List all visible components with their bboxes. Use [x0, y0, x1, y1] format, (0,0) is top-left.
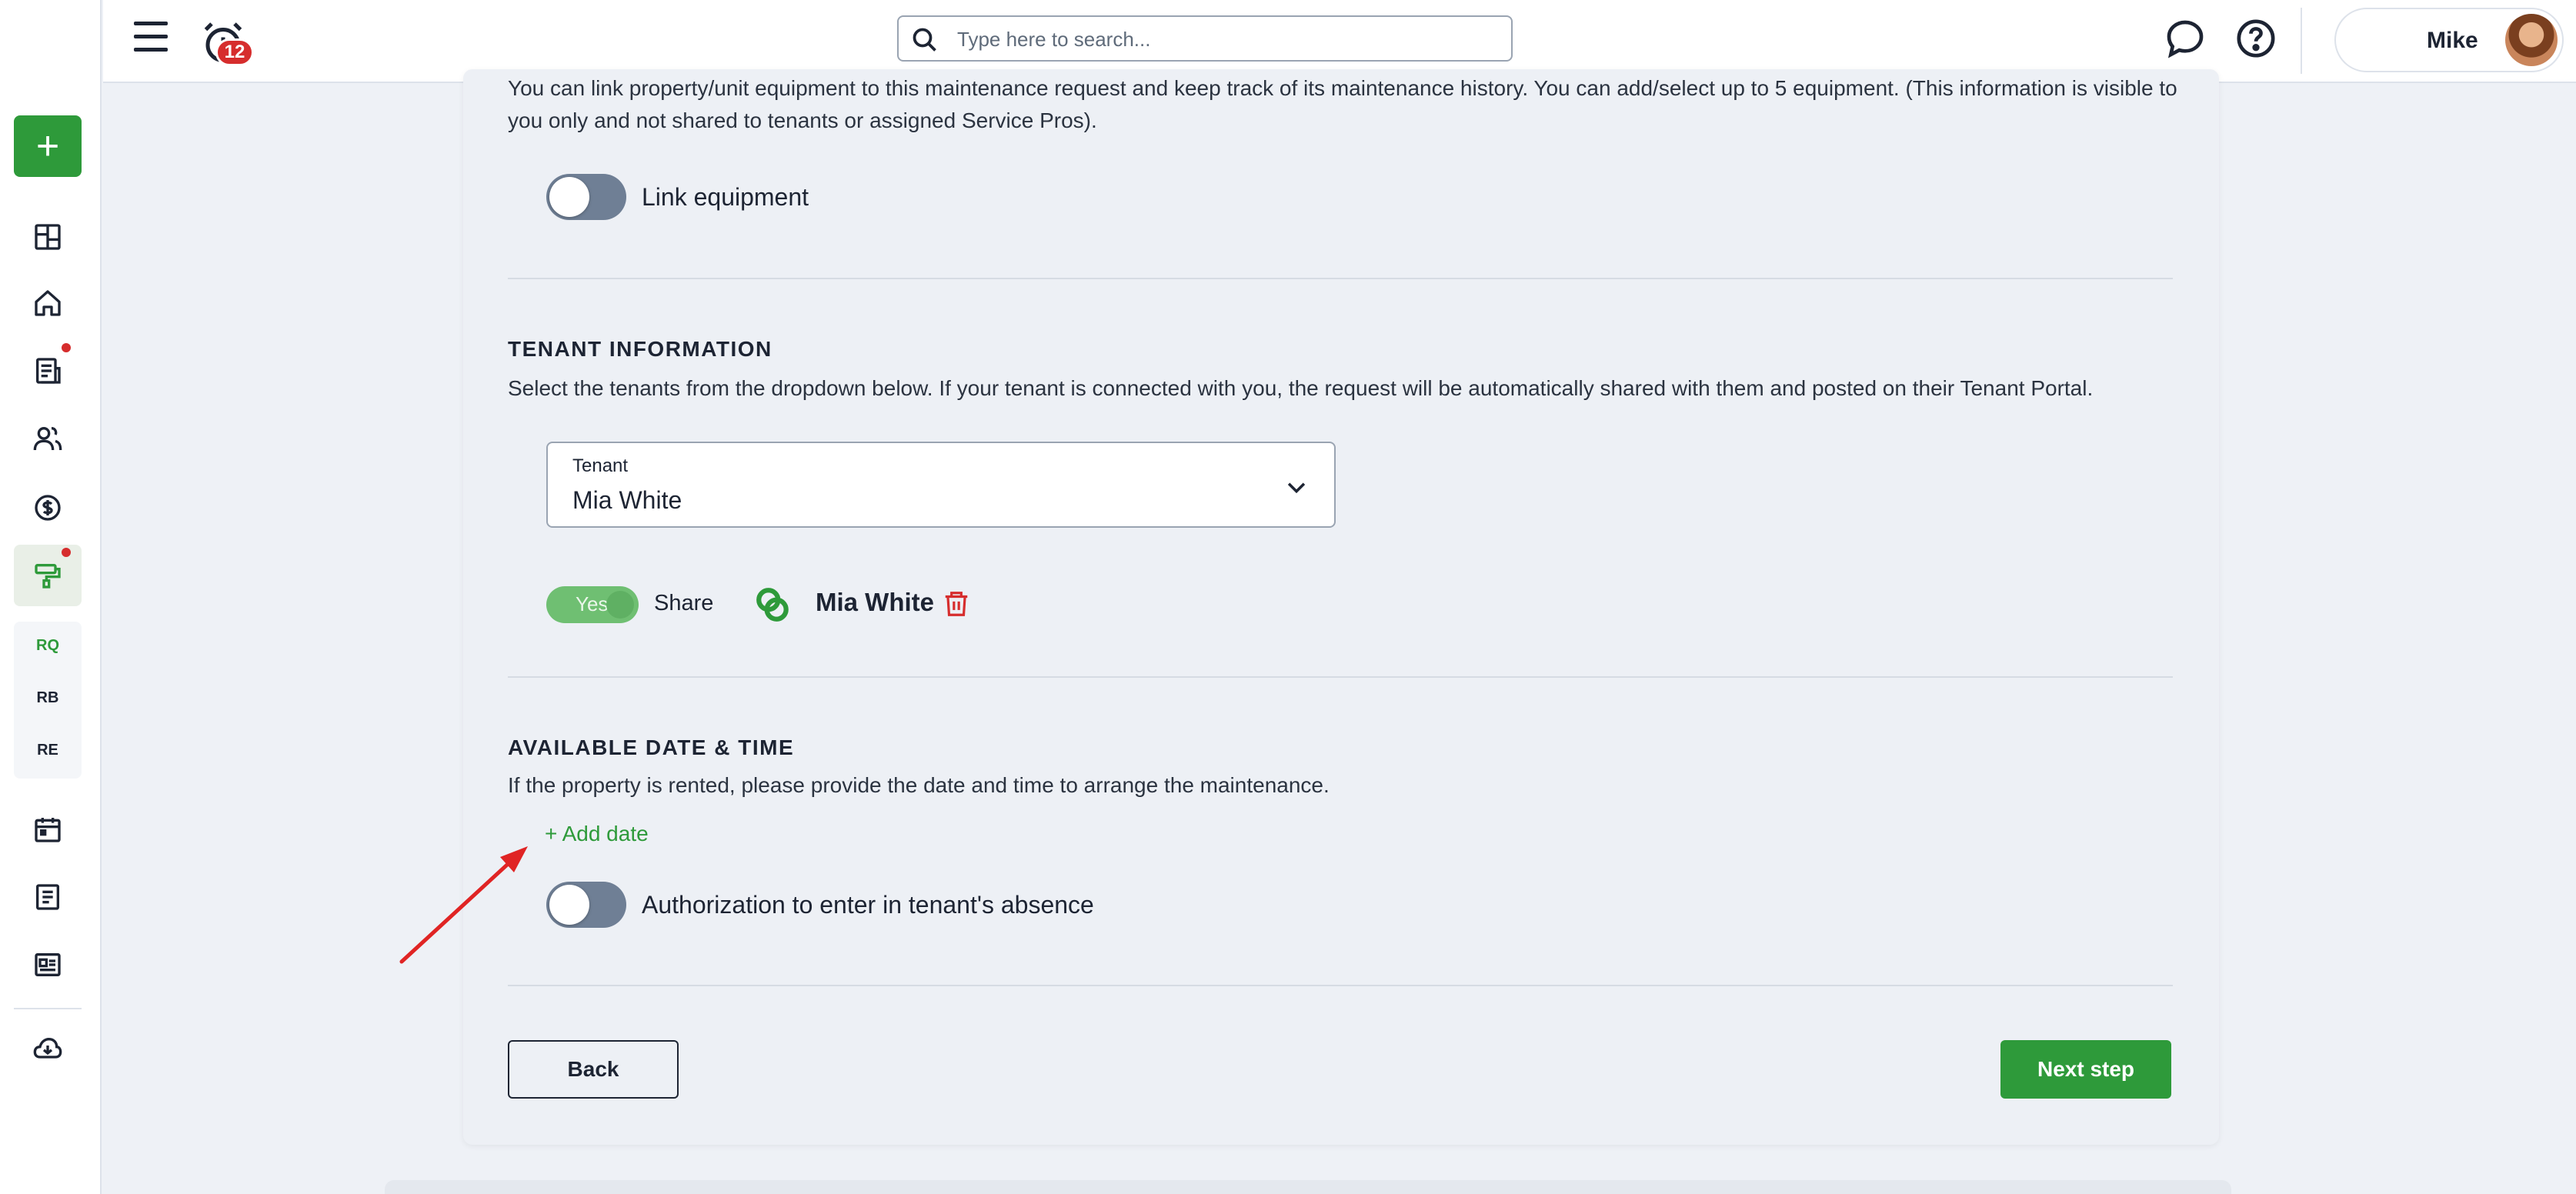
- connected-status-icon: [756, 588, 789, 622]
- home-icon[interactable]: [14, 272, 82, 334]
- dashboard-icon[interactable]: [14, 206, 82, 268]
- calendar-icon[interactable]: [14, 799, 82, 860]
- tenant-name: Mia White: [816, 588, 934, 616]
- tenant-info-heading: TENANT INFORMATION: [508, 337, 772, 361]
- add-new-button[interactable]: +: [14, 115, 82, 177]
- tenant-select-value: Mia White: [572, 486, 682, 514]
- sidebar: + RQ RB RE: [0, 0, 102, 1194]
- user-menu-button[interactable]: Mike: [2334, 8, 2564, 72]
- tenant-select[interactable]: Tenant Mia White: [546, 442, 1336, 528]
- topbar-divider: [2301, 8, 2302, 74]
- section-divider: [508, 985, 2173, 986]
- tenant-info-description: Select the tenants from the dropdown bel…: [508, 376, 2094, 400]
- plus-icon: +: [35, 124, 60, 168]
- notification-count-badge: 12: [215, 38, 254, 66]
- sidebar-divider: [14, 1008, 82, 1009]
- add-date-link[interactable]: + Add date: [545, 822, 649, 846]
- toggle-knob: [549, 885, 589, 925]
- listings-icon[interactable]: [14, 934, 82, 996]
- avatar: [2505, 14, 2558, 66]
- share-toggle[interactable]: Yes: [546, 586, 639, 623]
- link-equipment-label: Link equipment: [642, 183, 809, 211]
- back-button[interactable]: Back: [508, 1040, 679, 1099]
- help-icon[interactable]: [2234, 17, 2277, 60]
- nav-item-re[interactable]: RE: [14, 742, 82, 759]
- equipment-description: You can link property/unit equipment to …: [508, 76, 2177, 132]
- next-step-button[interactable]: Next step: [2000, 1040, 2171, 1099]
- notification-dot: [62, 548, 71, 557]
- share-label: Share: [654, 591, 714, 615]
- next-card-edge: [385, 1180, 2231, 1194]
- chat-icon[interactable]: [2164, 17, 2207, 60]
- nav-item-rb[interactable]: RB: [14, 689, 82, 707]
- user-name: Mike: [2427, 28, 2478, 53]
- cloud-download-icon[interactable]: [14, 1019, 82, 1080]
- authorization-toggle[interactable]: [546, 882, 626, 928]
- section-divider: [508, 278, 2173, 279]
- search-input[interactable]: [957, 25, 1496, 54]
- availability-heading: AVAILABLE DATE & TIME: [508, 735, 795, 759]
- section-divider: [508, 676, 2173, 678]
- annotation-arrow-icon: [399, 846, 528, 964]
- search-bar[interactable]: [897, 15, 1513, 62]
- notification-dot: [62, 343, 71, 352]
- maintenance-icon[interactable]: [14, 545, 82, 606]
- nav-item-rq[interactable]: RQ: [14, 637, 82, 655]
- reports-icon[interactable]: [14, 866, 82, 928]
- authorization-label: Authorization to enter in tenant's absen…: [642, 891, 1094, 919]
- people-icon[interactable]: [14, 408, 82, 469]
- trash-icon[interactable]: [942, 589, 971, 619]
- toggle-knob: [549, 177, 589, 217]
- search-icon: [913, 28, 936, 52]
- leases-icon[interactable]: [14, 340, 82, 402]
- chevron-down-icon: [1287, 482, 1306, 494]
- availability-description: If the property is rented, please provid…: [508, 773, 1330, 797]
- toggle-knob: [606, 591, 634, 619]
- form-card: [463, 69, 2219, 1145]
- link-equipment-toggle[interactable]: [546, 174, 626, 220]
- menu-icon[interactable]: [134, 22, 174, 57]
- tenant-select-label: Tenant: [572, 455, 629, 476]
- accounting-icon[interactable]: [14, 477, 82, 539]
- share-toggle-text: Yes: [576, 592, 609, 615]
